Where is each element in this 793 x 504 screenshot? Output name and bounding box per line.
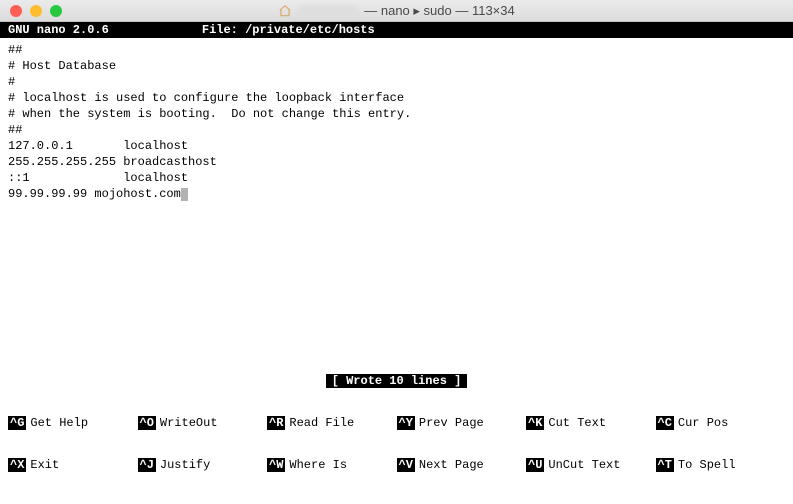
shortcut-next-page: ^VNext Page xyxy=(397,458,527,472)
file-line: ::1 localhost xyxy=(8,171,188,185)
window-title: — nano ▸ sudo — 113×34 xyxy=(0,3,793,19)
cursor xyxy=(181,188,188,201)
shortcut-row-2: ^XExit ^JJustify ^WWhere Is ^VNext Page … xyxy=(8,458,785,472)
shortcut-row-1: ^GGet Help ^OWriteOut ^RRead File ^YPrev… xyxy=(8,416,785,430)
file-line: # when the system is booting. Do not cha… xyxy=(8,107,411,121)
file-line: # xyxy=(8,75,15,89)
zoom-button[interactable] xyxy=(50,5,62,17)
shortcut-exit: ^XExit xyxy=(8,458,138,472)
titlebar: — nano ▸ sudo — 113×34 xyxy=(0,0,793,22)
shortcut-where-is: ^WWhere Is xyxy=(267,458,397,472)
shortcut-get-help: ^GGet Help xyxy=(8,416,138,430)
shortcut-read-file: ^RRead File xyxy=(267,416,397,430)
shortcut-justify: ^JJustify xyxy=(138,458,268,472)
close-button[interactable] xyxy=(10,5,22,17)
nano-header: GNU nano 2.0.6 File: /private/etc/hosts xyxy=(0,22,793,38)
shortcut-writeout: ^OWriteOut xyxy=(138,416,268,430)
file-line: 255.255.255.255 broadcasthost xyxy=(8,155,217,169)
home-icon xyxy=(278,4,292,18)
status-line: [ Wrote 10 lines ] xyxy=(0,374,793,388)
file-line: ## xyxy=(8,123,22,137)
shortcut-bar: ^GGet Help ^OWriteOut ^RRead File ^YPrev… xyxy=(0,388,793,504)
nano-version: GNU nano 2.0.6 xyxy=(8,23,109,37)
shortcut-prev-page: ^YPrev Page xyxy=(397,416,527,430)
shortcut-uncut-text: ^UUnCut Text xyxy=(526,458,656,472)
title-redacted xyxy=(298,5,358,17)
editor-content[interactable]: ## # Host Database # # localhost is used… xyxy=(0,38,793,374)
file-line: 127.0.0.1 localhost xyxy=(8,139,188,153)
minimize-button[interactable] xyxy=(30,5,42,17)
shortcut-cur-pos: ^CCur Pos xyxy=(656,416,786,430)
shortcut-to-spell: ^TTo Spell xyxy=(656,458,786,472)
file-line: # localhost is used to configure the loo… xyxy=(8,91,404,105)
shortcut-cut-text: ^KCut Text xyxy=(526,416,656,430)
nano-file-label: File: /private/etc/hosts xyxy=(202,23,375,37)
title-suffix: — nano ▸ sudo — 113×34 xyxy=(364,3,514,19)
status-text: [ Wrote 10 lines ] xyxy=(326,374,468,388)
window-controls xyxy=(0,5,62,17)
file-line: # Host Database xyxy=(8,59,116,73)
terminal[interactable]: GNU nano 2.0.6 File: /private/etc/hosts … xyxy=(0,22,793,504)
file-line: 99.99.99.99 mojohost.com xyxy=(8,187,181,201)
file-line: ## xyxy=(8,43,22,57)
